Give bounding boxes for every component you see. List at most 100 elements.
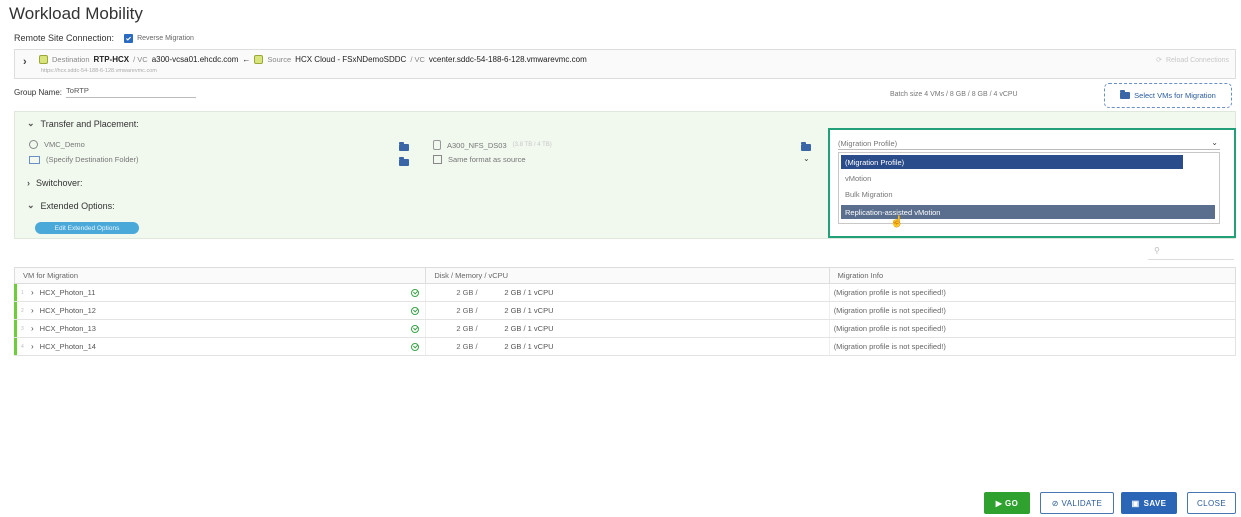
validate-button[interactable]: ⊘ VALIDATE <box>1040 492 1114 514</box>
chevron-right-icon: › <box>27 178 30 188</box>
chevron-right-icon[interactable]: › <box>31 324 34 333</box>
disk-size: 2 GB / <box>456 324 478 333</box>
table-row[interactable]: 2 › HCX_Photon_12 2 GB / 2 GB / 1 vCPU (… <box>14 302 1236 320</box>
disk-size: 2 GB / <box>456 306 478 315</box>
source-name: HCX Cloud - FSxNDemoSDDC <box>295 55 407 64</box>
chevron-right-icon[interactable]: › <box>31 306 34 315</box>
folder-icon[interactable] <box>399 142 409 151</box>
edit-extended-options-button[interactable]: Edit Extended Options <box>35 222 139 234</box>
destination-folder-field[interactable]: (Specify Destination Folder) <box>29 155 139 164</box>
site-icon <box>39 55 48 64</box>
datastore-icon <box>433 140 441 150</box>
chevron-right-icon[interactable]: › <box>23 56 27 68</box>
transfer-placement-header[interactable]: ⌄ Transfer and Placement: <box>27 118 139 129</box>
datastore-field[interactable]: A300_NFS_DS03 (3.8 TB / 4 TB) <box>433 140 552 150</box>
migration-profile-options: (Migration Profile) vMotion Bulk Migrati… <box>838 152 1220 224</box>
reload-connections-button[interactable]: ⟳ Reload Connections <box>1156 56 1229 65</box>
save-icon: ▣ <box>1131 498 1140 508</box>
arrow-left-icon: ← <box>242 55 251 64</box>
row-number: 1 <box>21 289 24 296</box>
table-row[interactable]: 4 › HCX_Photon_14 2 GB / 2 GB / 1 vCPU (… <box>14 338 1236 356</box>
migration-info: (Migration profile is not specified!) <box>833 324 946 333</box>
check-circle-icon <box>411 306 420 315</box>
folder-icon[interactable] <box>801 142 811 151</box>
chevron-down-icon[interactable]: ⌄ <box>803 154 810 163</box>
disk-format-icon <box>433 155 442 164</box>
connection-url: https://hcx.sddc-54-188-6-128.vmwarevmc.… <box>41 68 157 74</box>
datastore-size: (3.8 TB / 4 TB) <box>512 142 552 148</box>
row-number: 4 <box>21 343 24 350</box>
connection-selector[interactable]: › Destination RTP-HCX / VC a300-vcsa01.e… <box>14 49 1236 79</box>
extended-options-header[interactable]: ⌄ Extended Options: <box>27 200 115 211</box>
folder-icon[interactable] <box>399 157 409 166</box>
chevron-right-icon[interactable]: › <box>31 342 34 351</box>
destination-name: RTP-HCX <box>93 55 130 64</box>
check-circle-icon <box>411 324 420 333</box>
compute-field[interactable]: VMC_Demo <box>29 140 85 149</box>
connection-line: Destination RTP-HCX / VC a300-vcsa01.ehc… <box>39 55 587 64</box>
reverse-migration-checkbox[interactable] <box>124 33 134 43</box>
table-search-input[interactable]: ⚲ <box>1148 246 1234 260</box>
compute-value: VMC_Demo <box>44 140 85 149</box>
chevron-down-icon: ⌄ <box>27 200 35 210</box>
vm-table: VM for Migration Disk / Memory / vCPU Mi… <box>14 267 1236 356</box>
memory-cpu: 2 GB / 1 vCPU <box>504 306 554 315</box>
memory-cpu: 2 GB / 1 vCPU <box>504 342 554 351</box>
vm-folder-icon <box>29 155 40 164</box>
migration-info: (Migration profile is not specified!) <box>833 288 946 297</box>
select-vms-button[interactable]: Select VMs for Migration <box>1104 83 1232 108</box>
vm-name: HCX_Photon_12 <box>39 306 96 315</box>
option-vmotion[interactable]: vMotion <box>841 171 871 185</box>
group-name-input[interactable]: ToRTP <box>66 86 197 98</box>
source-prefix: Source <box>267 55 292 64</box>
chevron-down-icon: ⌄ <box>1211 138 1218 147</box>
chevron-right-icon[interactable]: › <box>31 288 34 297</box>
vm-name: HCX_Photon_14 <box>39 342 96 351</box>
close-button[interactable]: CLOSE <box>1187 492 1236 514</box>
table-row[interactable]: 1 › HCX_Photon_11 2 GB / 2 GB / 1 vCPU (… <box>14 284 1236 302</box>
switchover-header[interactable]: › Switchover: <box>27 178 83 188</box>
chevron-down-icon: ⌄ <box>27 118 35 128</box>
column-header-vm[interactable]: VM for Migration <box>15 268 427 283</box>
check-circle-icon <box>411 342 420 351</box>
save-label: SAVE <box>1143 498 1167 508</box>
remote-site-label: Remote Site Connection: <box>14 33 115 43</box>
destination-folder-value: (Specify Destination Folder) <box>46 155 139 164</box>
table-row[interactable]: 3 › HCX_Photon_13 2 GB / 2 GB / 1 vCPU (… <box>14 320 1236 338</box>
vm-name: HCX_Photon_11 <box>39 288 96 297</box>
column-header-disk[interactable]: Disk / Memory / vCPU <box>426 268 830 283</box>
reverse-migration-label: Reverse Migration <box>137 34 194 42</box>
reload-label: Reload Connections <box>1165 56 1229 64</box>
check-circle-icon <box>411 288 420 297</box>
page-title: Workload Mobility <box>9 4 143 23</box>
row-number: 2 <box>21 307 24 314</box>
transfer-placement-title: Transfer and Placement: <box>40 118 139 129</box>
option-migration-profile[interactable]: (Migration Profile) <box>841 155 1183 169</box>
folder-icon <box>1120 90 1131 99</box>
migration-profile-value: (Migration Profile) <box>838 139 898 148</box>
datastore-value: A300_NFS_DS03 <box>447 140 507 150</box>
vc-prefix: / VC <box>133 55 148 64</box>
site-icon <box>254 55 264 64</box>
resource-pool-icon <box>29 140 38 149</box>
disk-size: 2 GB / <box>456 288 478 297</box>
disk-format-value: Same format as source <box>448 155 526 164</box>
vc-prefix: / VC <box>410 55 425 64</box>
column-header-info[interactable]: Migration Info <box>830 268 1235 283</box>
refresh-icon: ⟳ <box>1156 57 1162 64</box>
batch-size: Batch size 4 VMs / 8 GB / 8 GB / 4 vCPU <box>890 91 1018 98</box>
option-bulk-migration[interactable]: Bulk Migration <box>841 187 893 201</box>
switchover-title: Switchover: <box>36 178 83 188</box>
migration-info: (Migration profile is not specified!) <box>833 306 946 315</box>
save-button[interactable]: ▣ SAVE <box>1121 492 1177 514</box>
disk-size: 2 GB / <box>456 342 478 351</box>
group-name-label: Group Name: <box>14 87 63 97</box>
extended-options-title: Extended Options: <box>40 200 115 211</box>
disk-format-field[interactable]: Same format as source <box>433 155 526 164</box>
destination-vc: a300-vcsa01.ehcdc.com <box>151 55 239 64</box>
go-button[interactable]: ▶ GO <box>984 492 1030 514</box>
destination-prefix: Destination <box>52 55 90 64</box>
migration-profile-select[interactable]: (Migration Profile) ⌄ <box>838 138 1220 150</box>
memory-cpu: 2 GB / 1 vCPU <box>504 288 554 297</box>
remote-site-row: Remote Site Connection: Reverse Migratio… <box>14 33 194 43</box>
